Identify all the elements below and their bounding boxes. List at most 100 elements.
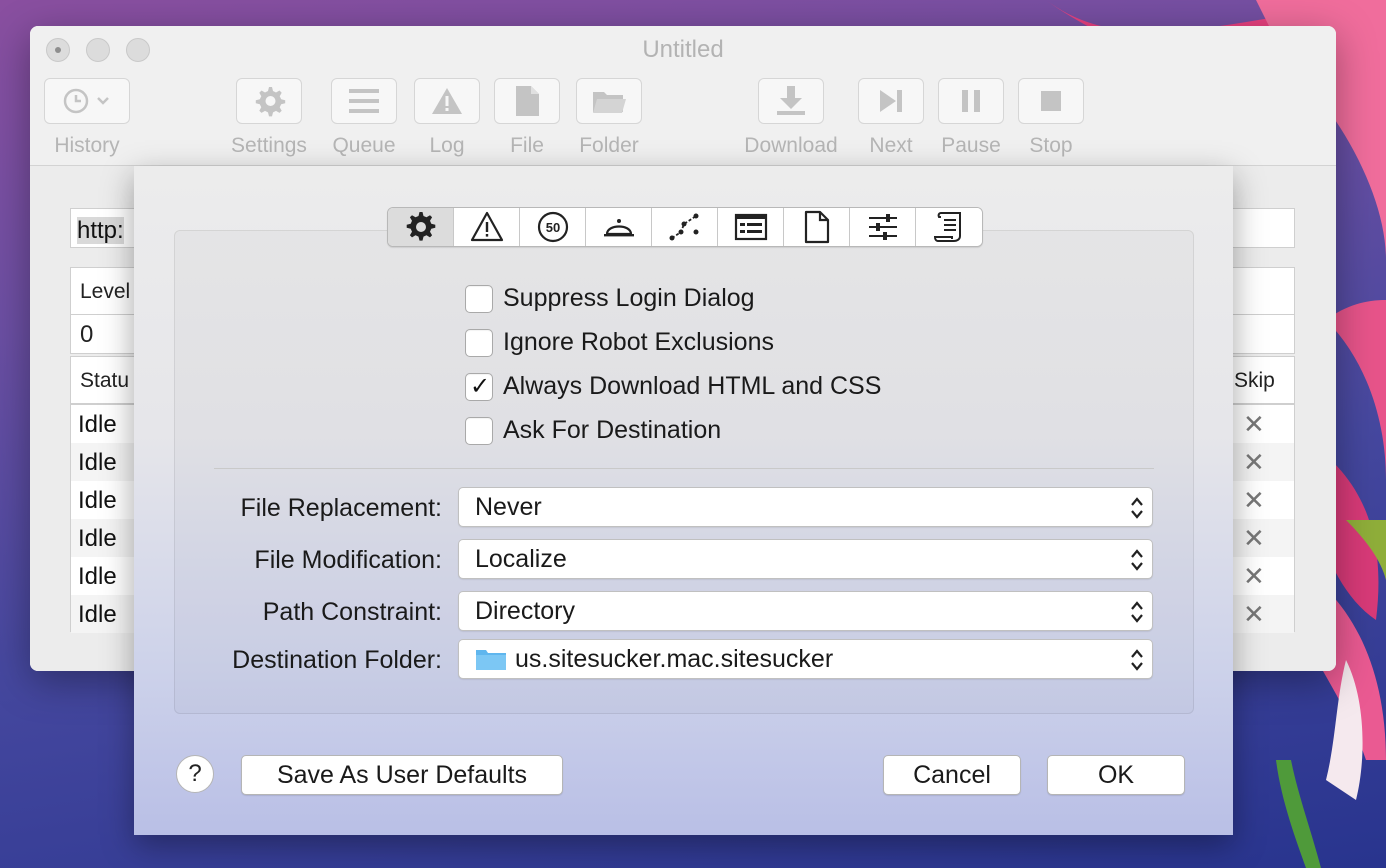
row-status: Idle <box>78 563 117 590</box>
ask-destination-label: Ask For Destination <box>503 416 722 444</box>
toolbar-pause[interactable]: Pause <box>938 78 1004 158</box>
skip-icon[interactable]: ✕ <box>1243 411 1265 437</box>
skip-icon[interactable]: ✕ <box>1243 563 1265 589</box>
chevron-updown-icon <box>1131 497 1143 519</box>
url-text: http: <box>77 217 124 244</box>
always-download-label: Always Download HTML and CSS <box>503 372 882 400</box>
warning-icon <box>470 211 503 242</box>
skip-header-label: Skip <box>1234 369 1275 392</box>
level-header-label: Level <box>80 280 131 303</box>
pause-icon <box>962 90 980 112</box>
stop-button[interactable] <box>1018 78 1084 124</box>
tab-file-types[interactable] <box>784 208 850 246</box>
file-button[interactable] <box>494 78 560 124</box>
toolbar-settings[interactable]: Settings <box>226 78 312 158</box>
window-title: Untitled <box>642 36 724 63</box>
suppress-login-label: Suppress Login Dialog <box>503 284 755 312</box>
next-icon <box>880 90 902 112</box>
queue-label: Queue <box>332 134 396 157</box>
toolbar-log[interactable]: Log <box>414 78 480 158</box>
skip-icon[interactable]: ✕ <box>1243 449 1265 475</box>
tab-limits[interactable]: 50 <box>520 208 586 246</box>
log-button[interactable] <box>414 78 480 124</box>
pause-button[interactable] <box>938 78 1004 124</box>
toolbar-stop[interactable]: Stop <box>1018 78 1084 158</box>
destination-folder-popup[interactable]: us.sitesucker.mac.sitesucker <box>458 639 1153 679</box>
list-icon <box>349 89 379 113</box>
path-constraint-label: Path Constraint: <box>262 598 442 626</box>
cancel-button[interactable]: Cancel <box>883 755 1021 795</box>
settings-button[interactable] <box>236 78 302 124</box>
gear-icon <box>255 87 286 117</box>
help-button[interactable]: ? <box>176 755 214 793</box>
stop-label: Stop <box>1029 134 1073 157</box>
settings-tab-bar: 50 <box>387 207 983 247</box>
gear-icon <box>406 212 435 241</box>
suppress-login-checkbox[interactable]: Suppress Login Dialog <box>465 284 755 313</box>
destination-folder-value: us.sitesucker.mac.sitesucker <box>515 644 834 673</box>
settings-sheet: 50 Suppress Login Dialog Ignore Robot Ex… <box>134 166 1233 835</box>
toolbar-history[interactable]: History <box>44 78 130 158</box>
ignore-robot-checkbox[interactable]: Ignore Robot Exclusions <box>465 328 774 357</box>
toolbar-queue[interactable]: Queue <box>328 78 400 158</box>
download-button[interactable] <box>758 78 824 124</box>
row-status: Idle <box>78 601 117 628</box>
file-modification-label: File Modification: <box>254 546 442 574</box>
ask-destination-box[interactable] <box>465 416 493 445</box>
toolbar-file[interactable]: File <box>494 78 560 158</box>
folder-icon <box>593 92 626 113</box>
tab-script[interactable] <box>916 208 982 246</box>
path-constraint-popup[interactable]: Directory <box>458 591 1153 631</box>
folder-label: Folder <box>579 134 639 157</box>
toolbar-next[interactable]: Next <box>858 78 924 158</box>
file-modification-value: Localize <box>475 544 567 573</box>
next-label: Next <box>869 134 913 157</box>
file-label: File <box>510 134 544 157</box>
tab-webpage[interactable] <box>718 208 784 246</box>
next-button[interactable] <box>858 78 924 124</box>
ask-destination-checkbox[interactable]: Ask For Destination <box>465 416 721 445</box>
queue-button[interactable] <box>331 78 397 124</box>
stop-icon <box>1041 91 1061 111</box>
chevron-updown-icon <box>1131 601 1143 623</box>
tab-notifications[interactable] <box>586 208 652 246</box>
tab-log[interactable] <box>454 208 520 246</box>
log-label: Log <box>429 134 465 157</box>
skip-icon[interactable]: ✕ <box>1243 487 1265 513</box>
save-as-user-defaults-button[interactable]: Save As User Defaults <box>241 755 563 795</box>
settings-label: Settings <box>231 134 307 157</box>
suppress-login-box[interactable] <box>465 284 493 313</box>
row-status: Idle <box>78 525 117 552</box>
file-replacement-value: Never <box>475 492 542 521</box>
folder-button[interactable] <box>576 78 642 124</box>
skip-icon[interactable]: ✕ <box>1243 601 1265 627</box>
path-constraint-value: Directory <box>475 596 576 625</box>
always-download-checkbox[interactable]: Always Download HTML and CSS <box>465 372 881 401</box>
file-modification-popup[interactable]: Localize <box>458 539 1153 579</box>
level-value: 0 <box>80 321 94 348</box>
chevron-updown-icon <box>1131 649 1143 671</box>
file-icon <box>516 86 539 116</box>
toolbar-download[interactable]: Download <box>738 78 844 158</box>
pause-label: Pause <box>941 134 1001 157</box>
always-download-box[interactable] <box>465 372 493 401</box>
download-icon <box>777 86 805 115</box>
history-clock-icon <box>63 88 109 114</box>
tab-advanced[interactable] <box>850 208 916 246</box>
separator <box>214 468 1154 469</box>
history-button[interactable] <box>44 78 130 124</box>
tab-general[interactable] <box>388 208 454 246</box>
script-icon <box>933 212 961 242</box>
row-status: Idle <box>78 487 117 514</box>
folder-icon <box>476 650 506 670</box>
file-replacement-label: File Replacement: <box>240 494 442 522</box>
file-icon <box>804 210 829 244</box>
skip-icon[interactable]: ✕ <box>1243 525 1265 551</box>
tab-paths[interactable] <box>652 208 718 246</box>
status-header-label: Statu <box>80 369 130 392</box>
ok-button[interactable]: OK <box>1047 755 1185 795</box>
toolbar-folder[interactable]: Folder <box>574 78 644 158</box>
limit-50-icon: 50 <box>537 211 568 243</box>
file-replacement-popup[interactable]: Never <box>458 487 1153 527</box>
ignore-robot-box[interactable] <box>465 328 493 357</box>
